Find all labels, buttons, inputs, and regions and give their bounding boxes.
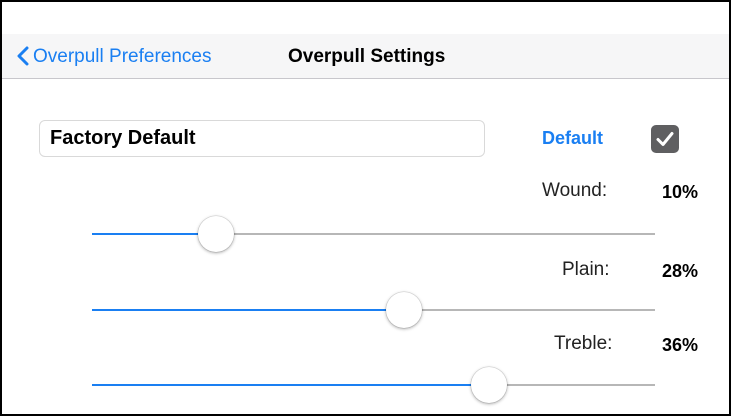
treble-slider[interactable]: [92, 365, 655, 405]
back-button[interactable]: Overpull Preferences: [33, 46, 211, 68]
slider-thumb[interactable]: [471, 367, 507, 403]
wound-label: Wound:: [542, 180, 608, 201]
preset-name-field[interactable]: [39, 120, 485, 157]
treble-label: Treble:: [554, 333, 613, 354]
checkmark-icon: [656, 132, 674, 146]
settings-screen: Overpull Preferences Overpull Settings D…: [0, 0, 731, 416]
slider-thumb[interactable]: [198, 216, 234, 252]
navigation-bar: Overpull Preferences Overpull Settings: [2, 34, 729, 79]
plain-slider[interactable]: [92, 290, 655, 330]
wound-slider[interactable]: [92, 214, 655, 254]
slider-fill: [92, 309, 404, 311]
plain-value: 28%: [662, 261, 699, 281]
default-label[interactable]: Default: [542, 128, 603, 149]
treble-value: 36%: [662, 335, 699, 355]
page-title: Overpull Settings: [288, 46, 446, 67]
wound-value: 10%: [662, 182, 699, 202]
slider-thumb[interactable]: [386, 292, 422, 328]
slider-fill: [92, 384, 489, 386]
chevron-left-icon[interactable]: [16, 46, 30, 66]
plain-label: Plain:: [562, 259, 610, 280]
default-checkbox[interactable]: [651, 125, 679, 153]
